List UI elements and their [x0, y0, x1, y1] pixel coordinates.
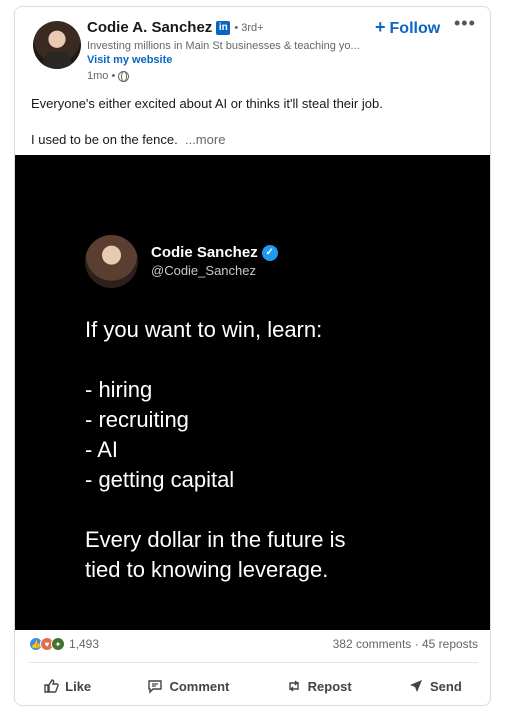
tweet-item: - AI	[85, 437, 119, 462]
globe-icon	[118, 70, 130, 82]
tweet-body: If you want to win, learn: - hiring - re…	[85, 315, 465, 585]
tweet-avatar	[85, 235, 138, 288]
connection-degree: • 3rd+	[234, 21, 264, 34]
thumbs-up-icon	[44, 679, 59, 693]
comments-reposts-count[interactable]: 382 comments · 45 reposts	[333, 637, 478, 651]
tweet-author-name: Codie Sanchez	[151, 244, 258, 261]
tweet-item: - recruiting	[85, 407, 189, 432]
tweet-closing-2: tied to knowing leverage.	[85, 557, 329, 582]
linkedin-premium-icon: in	[216, 20, 231, 35]
comment-icon	[148, 680, 163, 694]
author-name-row: Codie A. Sanchez in • 3rd+	[87, 19, 264, 36]
more-options-icon[interactable]: •••	[454, 13, 476, 34]
verified-badge-icon: ✓	[261, 244, 278, 261]
follow-label: Follow	[389, 20, 441, 37]
comment-button[interactable]: Comment	[139, 672, 237, 700]
plus-icon: +	[375, 17, 386, 37]
tweet-author: Codie Sanchez ✓	[151, 244, 278, 261]
author-name[interactable]: Codie A. Sanchez	[87, 19, 212, 36]
reaction-count[interactable]: 1,493	[69, 637, 99, 651]
send-icon	[410, 680, 423, 692]
see-more-link[interactable]: ...more	[185, 132, 225, 147]
action-bar: Like Comment Repost Send	[15, 669, 490, 703]
repost-label: Repost	[307, 678, 352, 694]
follow-button[interactable]: + Follow	[375, 17, 440, 38]
author-headline: Investing millions in Main St businesses…	[87, 40, 360, 52]
post-line-1: Everyone's either excited about AI or th…	[31, 96, 383, 111]
repost-button[interactable]: Repost	[278, 672, 360, 700]
visit-website-link[interactable]: Visit my website	[87, 54, 172, 66]
post-image[interactable]: Codie Sanchez ✓ @Codie_Sanchez If you wa…	[15, 155, 490, 630]
divider	[29, 662, 478, 663]
tweet-handle: @Codie_Sanchez	[151, 263, 256, 278]
send-button[interactable]: Send	[400, 672, 470, 700]
social-counts: 👍 ♥ ✦ 1,493 382 comments · 45 reposts	[29, 637, 478, 657]
celebrate-reaction-icon: ✦	[51, 637, 65, 651]
post-time: 1mo •	[87, 70, 116, 82]
tweet-item: - hiring	[85, 377, 153, 402]
tweet-intro: If you want to win, learn:	[85, 317, 323, 342]
comment-label: Comment	[169, 678, 230, 694]
send-label: Send	[430, 678, 462, 694]
like-label: Like	[65, 678, 92, 694]
post-card: Codie A. Sanchez in • 3rd+ Investing mil…	[14, 6, 491, 706]
reactions[interactable]: 👍 ♥ ✦ 1,493	[29, 637, 99, 651]
repost-icon	[288, 680, 299, 692]
tweet-closing-1: Every dollar in the future is	[85, 527, 346, 552]
like-button[interactable]: Like	[35, 672, 99, 700]
post-timestamp: 1mo •	[87, 70, 130, 82]
post-line-2: I used to be on the fence.	[31, 132, 178, 147]
post-header: Codie A. Sanchez in • 3rd+ Investing mil…	[15, 7, 490, 92]
tweet-item: - getting capital	[85, 467, 235, 492]
author-avatar[interactable]	[33, 21, 81, 69]
